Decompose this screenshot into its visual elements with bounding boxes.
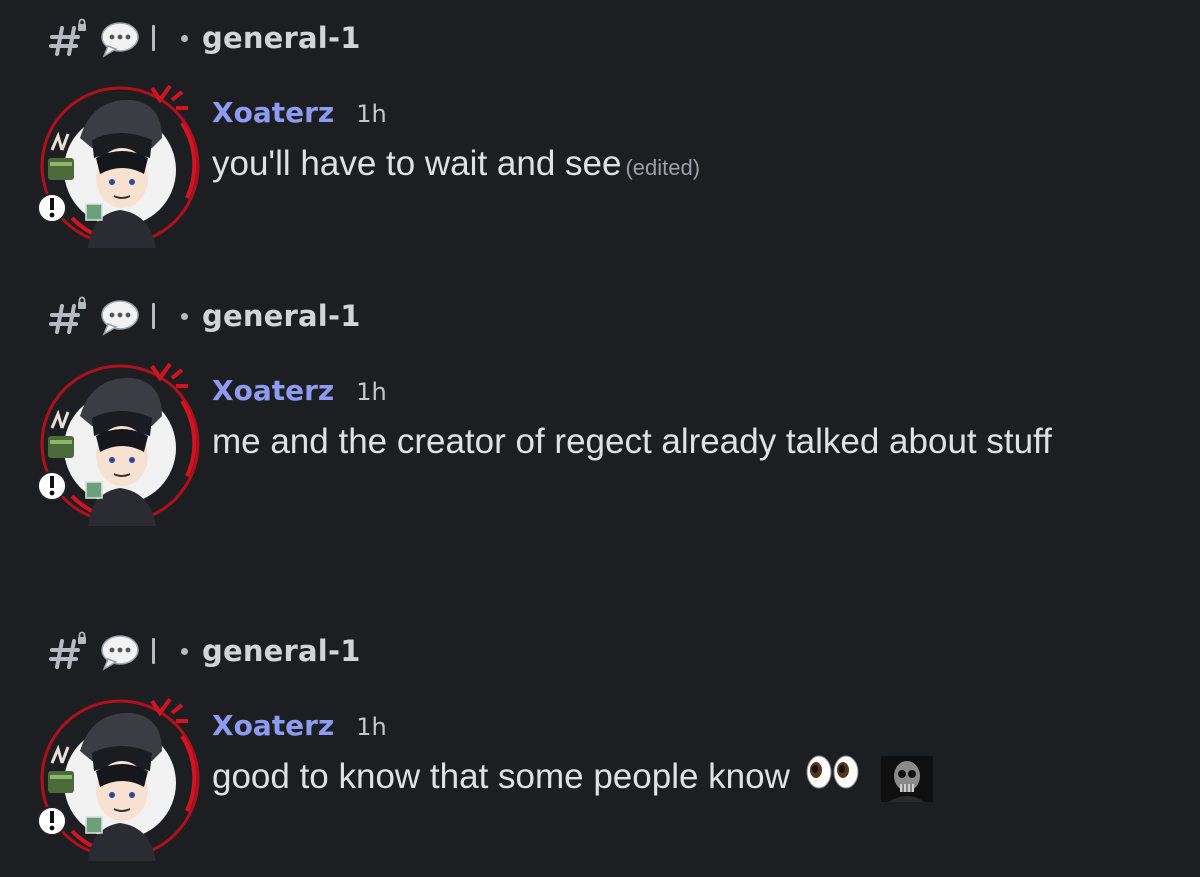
message-text: me and the creator of regect already tal… xyxy=(212,422,1052,461)
message-header: Xoaterz 1h xyxy=(212,709,1140,749)
channel-name[interactable]: general-1 xyxy=(202,299,361,333)
avatar-image xyxy=(37,362,200,526)
message: Xoaterz 1h me and the creator of regect … xyxy=(212,374,1140,469)
channel-header[interactable]: general-1 xyxy=(48,18,361,58)
message: Xoaterz 1h good to know that some people… xyxy=(212,709,1140,806)
avatar-image xyxy=(37,697,200,861)
locked-channel-icon xyxy=(48,18,92,58)
author-name[interactable]: Xoaterz xyxy=(212,709,334,742)
eyes-emoji-icon[interactable] xyxy=(806,751,862,806)
avatar[interactable] xyxy=(32,691,202,861)
speech-bubble-icon xyxy=(98,631,140,671)
bullet-dot xyxy=(181,312,188,320)
message-block: general-1 Xoaterz 1 xyxy=(0,0,1200,270)
bullet-dot xyxy=(181,34,188,42)
message-header: Xoaterz 1h xyxy=(212,374,1140,414)
avatar[interactable] xyxy=(32,356,202,526)
speech-bubble-icon xyxy=(98,296,140,336)
avatar-image xyxy=(37,84,200,248)
author-name[interactable]: Xoaterz xyxy=(212,374,334,407)
message-text: good to know that some people know xyxy=(212,757,790,796)
message-text: you'll have to wait and see xyxy=(212,144,622,183)
message-block: general-1 Xoaterz 1 xyxy=(0,278,1200,578)
timestamp[interactable]: 1h xyxy=(356,100,386,128)
edited-label: (edited) xyxy=(625,155,701,180)
channel-header[interactable]: general-1 xyxy=(48,296,361,336)
channel-header[interactable]: general-1 xyxy=(48,631,361,671)
avatar[interactable] xyxy=(32,78,202,248)
message-content: good to know that some people know xyxy=(212,749,1140,806)
message: Xoaterz 1h you'll have to wait and see (e… xyxy=(212,96,1140,195)
skull-sticker-image[interactable] xyxy=(881,755,934,802)
message-header: Xoaterz 1h xyxy=(212,96,1140,136)
channel-name[interactable]: general-1 xyxy=(202,21,361,55)
locked-channel-icon xyxy=(48,296,92,336)
timestamp[interactable]: 1h xyxy=(356,378,386,406)
divider xyxy=(152,303,155,329)
channel-name[interactable]: general-1 xyxy=(202,634,361,668)
divider xyxy=(152,25,155,51)
message-content: me and the creator of regect already tal… xyxy=(212,414,1140,469)
message-block: general-1 Xoaterz 1 xyxy=(0,613,1200,877)
timestamp[interactable]: 1h xyxy=(356,713,386,741)
divider xyxy=(152,638,155,664)
author-name[interactable]: Xoaterz xyxy=(212,96,334,129)
speech-bubble-icon xyxy=(98,18,140,58)
bullet-dot xyxy=(181,647,188,655)
message-content: you'll have to wait and see (edited) xyxy=(212,136,1140,195)
locked-channel-icon xyxy=(48,631,92,671)
